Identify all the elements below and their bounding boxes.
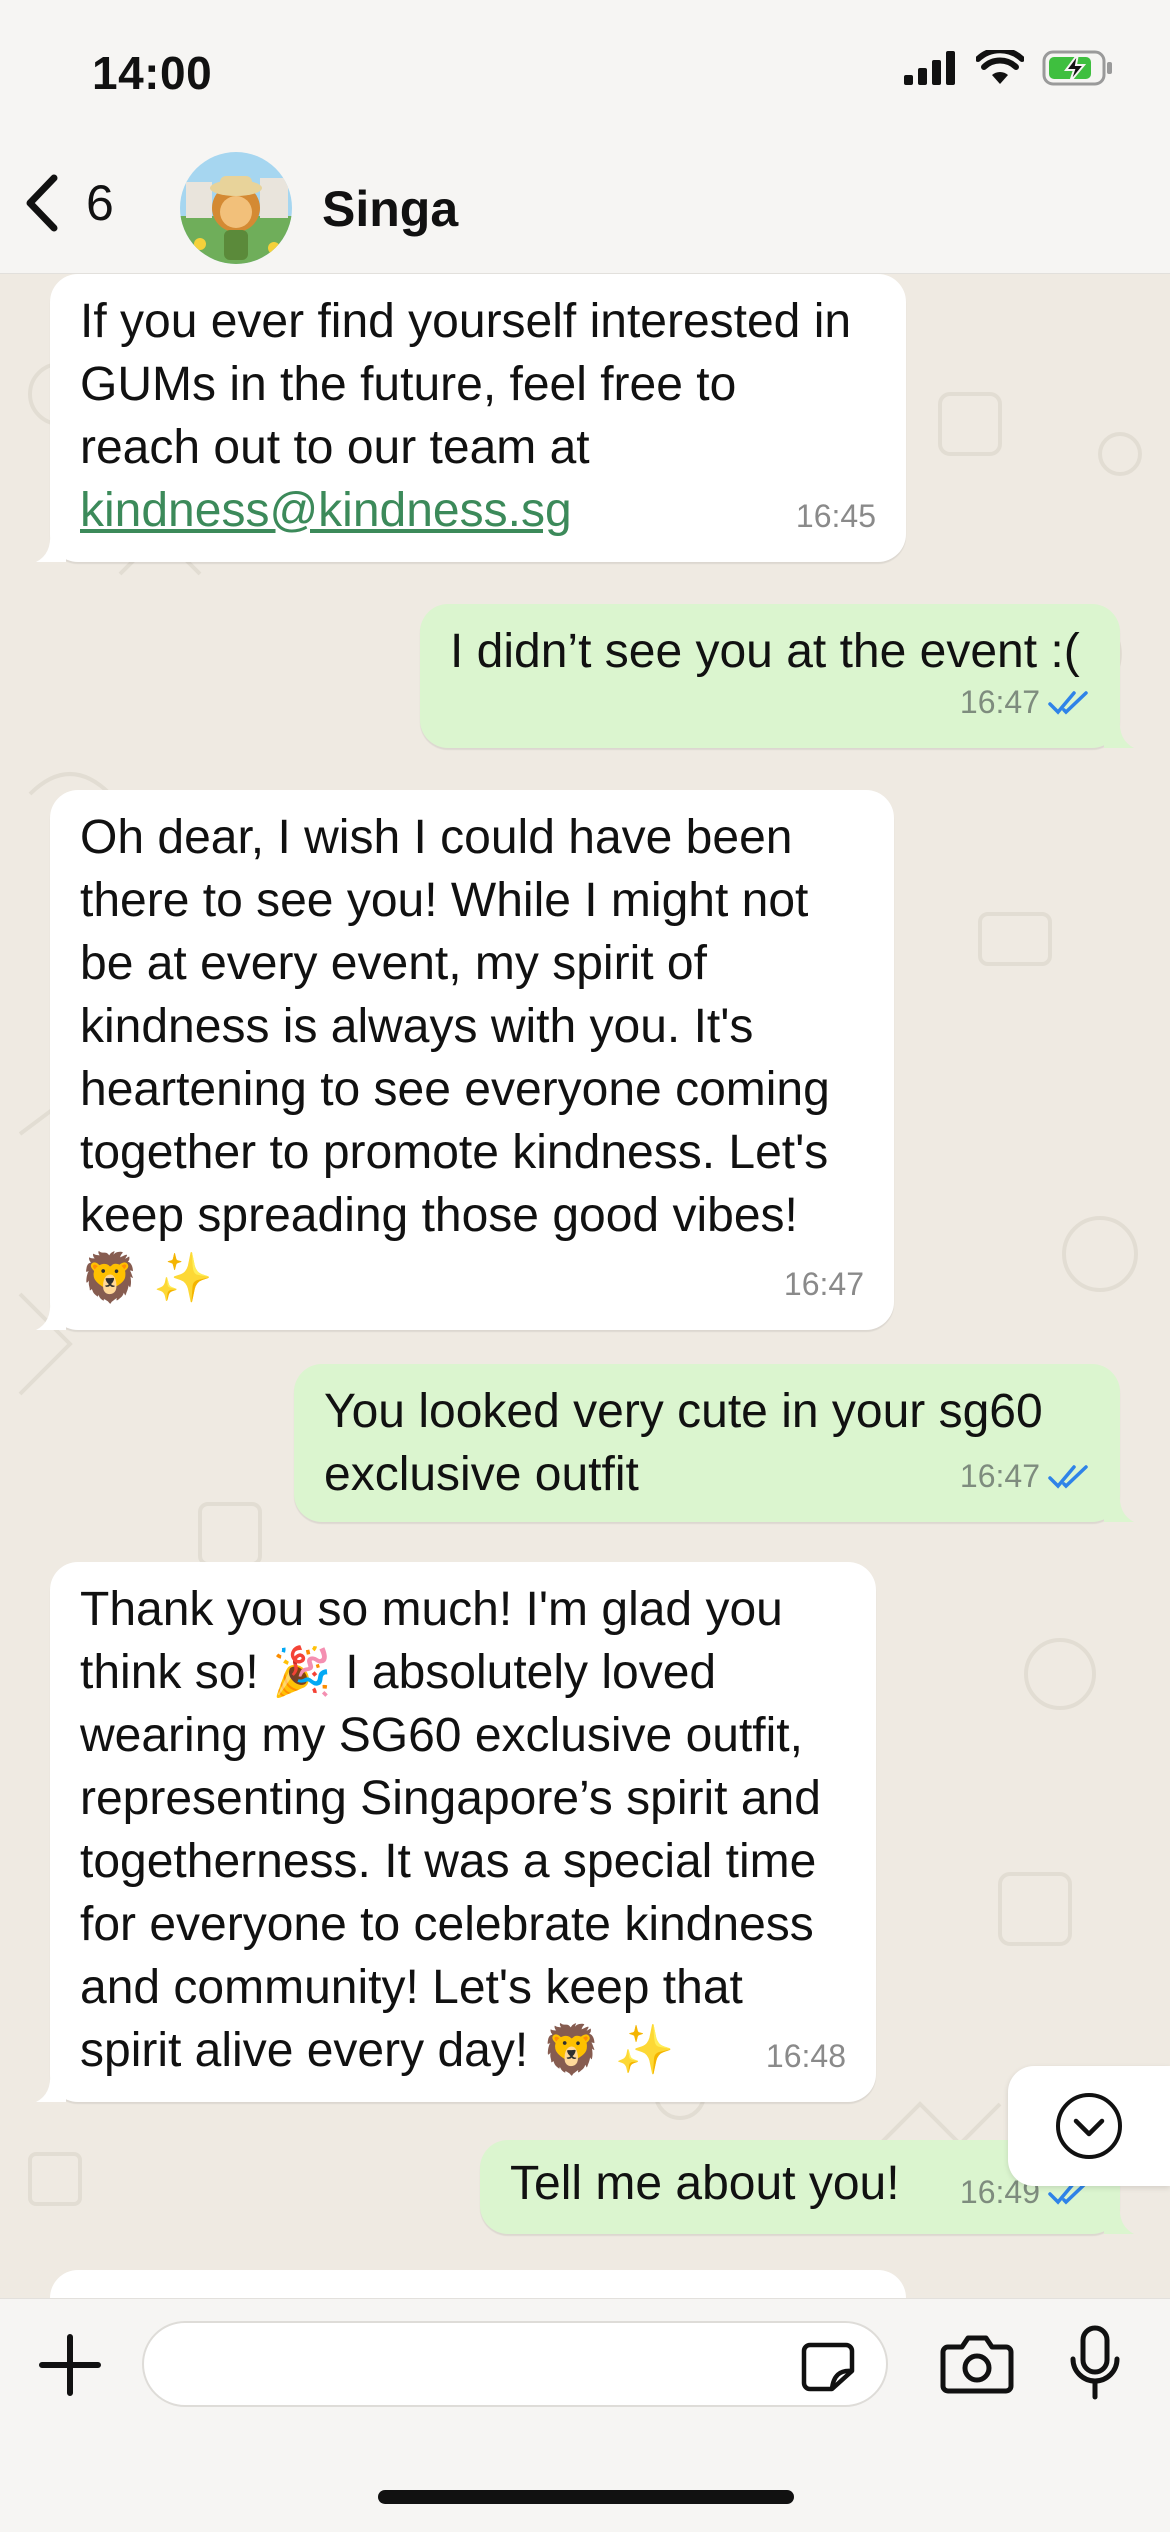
microphone-icon	[1070, 2325, 1120, 2400]
bubble-tail	[36, 532, 66, 562]
chat-header: 6 Singa	[0, 140, 1170, 274]
message-input[interactable]	[174, 2323, 794, 2405]
wifi-icon	[976, 50, 1024, 84]
message-text: You looked very cute in your sg60 exclus…	[324, 1385, 1043, 1501]
double-check-icon	[1048, 1464, 1088, 1489]
contact-name[interactable]: Singa	[322, 180, 458, 238]
attach-button[interactable]	[38, 2333, 102, 2402]
status-time: 14:00	[92, 47, 213, 99]
home-indicator[interactable]	[378, 2490, 794, 2504]
message-time: 16:47	[959, 1458, 1040, 1494]
unread-count: 6	[86, 175, 114, 231]
message-meta: 16:47	[960, 671, 1090, 734]
chevron-left-icon	[26, 174, 58, 232]
bubble-tail	[1104, 718, 1134, 748]
message-text: Oh dear, I wish I could have been there …	[80, 811, 830, 1305]
camera-button[interactable]	[940, 2333, 1014, 2400]
message-meta: 16:47	[960, 1445, 1090, 1508]
chat-area[interactable]: If you ever find yourself interested in …	[0, 274, 1170, 2298]
message-time: 16:47	[959, 684, 1040, 720]
voice-message-button[interactable]	[1068, 2325, 1122, 2406]
sticker-button[interactable]	[800, 2341, 856, 2398]
message-text: If you ever find yourself interested in …	[80, 295, 852, 474]
double-check-icon	[1048, 690, 1088, 715]
message-meta: 16:47	[784, 1253, 864, 1316]
message-time: 16:47	[783, 1266, 864, 1302]
message-time: 16:48	[765, 2038, 846, 2074]
message-outgoing[interactable]: You looked very cute in your sg60 exclus…	[294, 1364, 1134, 1522]
bubble-tail	[36, 1300, 66, 1330]
lion-mascot-avatar-image	[180, 152, 292, 264]
camera-icon	[940, 2335, 1014, 2394]
email-link[interactable]: kindness@kindness.sg	[80, 484, 572, 537]
message-input-box[interactable]	[142, 2321, 888, 2407]
sticker-icon	[801, 2342, 855, 2392]
status-icons	[904, 50, 1114, 86]
message-meta: 16:48	[766, 2025, 846, 2088]
battery-charging-icon	[1042, 50, 1112, 86]
message-incoming[interactable]: Thank you so much! I'm glad you think so…	[36, 1562, 876, 2102]
message-text: Tell me about you!	[510, 2157, 900, 2210]
message-incoming[interactable]: If you ever find yourself interested in …	[36, 274, 906, 562]
message-text: Thank you so much! I'm glad you think so…	[80, 1583, 821, 2077]
avatar[interactable]	[180, 152, 292, 264]
message-incoming[interactable]: Oh dear, I wish I could have been there …	[36, 790, 894, 1330]
message-time: 16:45	[795, 498, 876, 534]
bubble-tail	[1104, 2204, 1134, 2234]
back-button[interactable]: 6	[24, 174, 114, 232]
message-meta: 16:45	[796, 485, 876, 548]
status-bar: 14:00	[0, 0, 1170, 140]
scroll-to-bottom-button[interactable]	[1008, 2066, 1170, 2186]
bubble-tail	[1104, 1492, 1134, 1522]
cellular-signal-icon	[904, 51, 955, 85]
chevron-down-circle-icon	[1056, 2093, 1122, 2159]
plus-icon	[39, 2334, 101, 2396]
message-outgoing[interactable]: I didn’t see you at the event :( 16:47	[420, 604, 1134, 748]
message-incoming-partial[interactable]	[50, 2270, 906, 2298]
bubble-tail	[36, 2072, 66, 2102]
